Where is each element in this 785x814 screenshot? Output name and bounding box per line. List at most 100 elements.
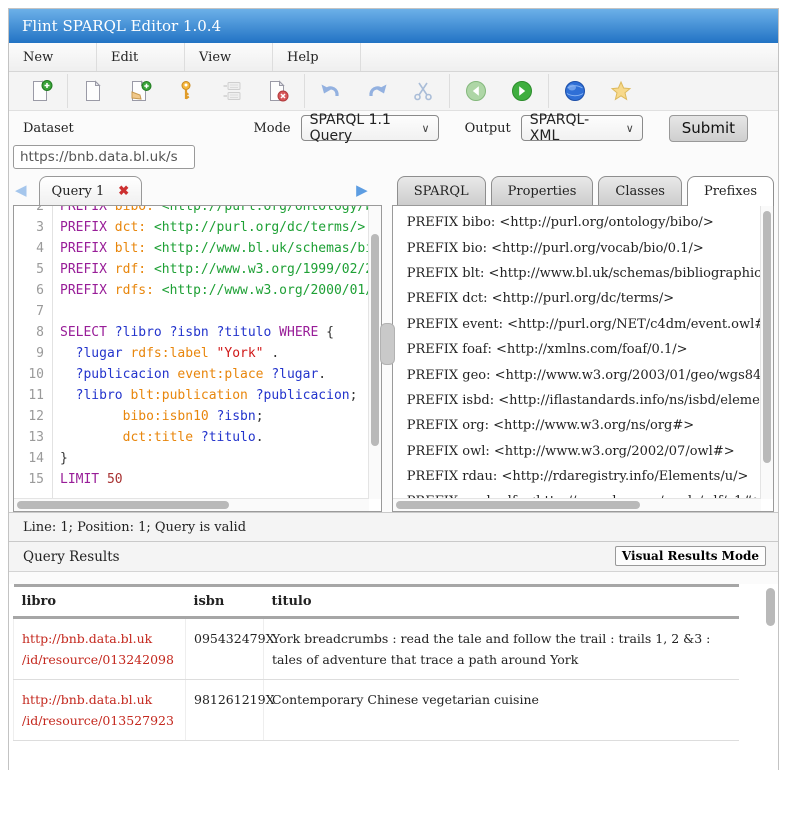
query-results-title: Query Results bbox=[23, 549, 120, 565]
submit-button[interactable]: Submit bbox=[669, 115, 748, 142]
tabs-scroll-left-icon[interactable]: ◀ bbox=[15, 176, 27, 204]
properties-icon[interactable] bbox=[209, 75, 255, 107]
scrollbar-thumb[interactable] bbox=[371, 234, 379, 446]
chevron-down-icon: ∨ bbox=[422, 122, 430, 135]
toolbar-group bbox=[549, 74, 647, 108]
mode-select[interactable]: SPARQL 1.1 Query ∨ bbox=[301, 115, 439, 141]
chevron-down-icon: ∨ bbox=[626, 122, 634, 135]
menu-bar: NewEditViewHelp bbox=[9, 43, 778, 72]
prefix-list-item[interactable]: PREFIX geo: <http://www.w3.org/2003/01/g… bbox=[407, 362, 760, 387]
cell-titulo: York breadcrumbs : read the tale and fol… bbox=[264, 618, 740, 680]
editor-vertical-scrollbar[interactable] bbox=[368, 206, 381, 499]
tab-properties[interactable]: Properties bbox=[491, 176, 594, 205]
prefix-list-item[interactable]: PREFIX bibo: <http://purl.org/ontology/b… bbox=[407, 210, 760, 235]
endpoint-row bbox=[9, 145, 778, 175]
prefix-list-item[interactable]: PREFIX org: <http://www.w3.org/ns/org#> bbox=[407, 413, 760, 438]
reference-tabstrip: SPARQLPropertiesClassesPrefixes bbox=[392, 175, 774, 205]
endpoint-url-input[interactable] bbox=[13, 145, 195, 169]
tabs-scroll-right-icon[interactable]: ▶ bbox=[356, 176, 368, 204]
menu-item-help[interactable]: Help bbox=[273, 43, 361, 71]
output-select[interactable]: SPARQL-XML ∨ bbox=[521, 115, 643, 141]
code-line: 9 ?lugar rdfs:label "York" . bbox=[14, 343, 369, 364]
output-select-value: SPARQL-XML bbox=[530, 112, 618, 144]
sparql-code-editor[interactable]: 2PREFIX bibo: <http://purl.org/ontology/… bbox=[13, 205, 382, 512]
tab-query-1[interactable]: Query 1 ✖ bbox=[39, 176, 143, 205]
panel-horizontal-scrollbar[interactable] bbox=[393, 498, 761, 511]
mode-label: Mode bbox=[253, 121, 290, 136]
prefix-list-item[interactable]: PREFIX rdau: <http://rdaregistry.info/El… bbox=[407, 464, 760, 489]
cell-libro: http://bnb.data.bl.uk/id/resource/013242… bbox=[14, 618, 186, 680]
main-split: ◀ Query 1 ✖ ▶ 2PREFIX bibo: <http://purl… bbox=[9, 175, 778, 512]
visual-results-mode-button[interactable]: Visual Results Mode bbox=[615, 546, 766, 566]
toolbar-group bbox=[15, 74, 68, 108]
undo-icon[interactable] bbox=[308, 75, 354, 107]
prefix-list-item[interactable]: PREFIX foaf: <http://xmlns.com/foaf/0.1/… bbox=[407, 337, 760, 362]
menu-item-view[interactable]: View bbox=[185, 43, 273, 71]
toolbar bbox=[9, 72, 778, 111]
toolbar-group bbox=[305, 74, 450, 108]
resource-link[interactable]: /id/resource/013527923 bbox=[22, 710, 177, 731]
line-number: 2 bbox=[14, 205, 52, 217]
open-document-icon[interactable] bbox=[117, 75, 163, 107]
forward-icon[interactable] bbox=[499, 75, 545, 107]
code-line: 6PREFIX rdfs: <http://www.w3.org/2000/01… bbox=[14, 280, 369, 301]
code-line: 8SELECT ?libro ?isbn ?titulo WHERE { bbox=[14, 322, 369, 343]
key-icon[interactable] bbox=[163, 75, 209, 107]
cut-icon[interactable] bbox=[400, 75, 446, 107]
scrollbar-thumb[interactable] bbox=[17, 501, 229, 509]
tab-classes[interactable]: Classes bbox=[598, 176, 682, 205]
title-bar: Flint SPARQL Editor 1.0.4 bbox=[9, 9, 778, 43]
delete-document-icon[interactable] bbox=[255, 75, 301, 107]
panel-vertical-scrollbar[interactable] bbox=[760, 206, 773, 499]
column-header-libro: libro bbox=[14, 586, 186, 618]
globe-icon[interactable] bbox=[552, 75, 598, 107]
close-tab-icon[interactable]: ✖ bbox=[118, 184, 129, 199]
resource-link[interactable]: http://bnb.data.bl.uk bbox=[22, 628, 177, 649]
panel-splitter-handle[interactable] bbox=[380, 323, 395, 365]
menu-item-edit[interactable]: Edit bbox=[97, 43, 185, 71]
app-title: Flint SPARQL Editor 1.0.4 bbox=[22, 17, 221, 35]
back-icon[interactable] bbox=[453, 75, 499, 107]
code-line: 7 bbox=[14, 301, 369, 322]
line-number: 15 bbox=[14, 469, 52, 490]
results-scrollbar-thumb[interactable] bbox=[766, 588, 775, 626]
code-lines: 2PREFIX bibo: <http://purl.org/ontology/… bbox=[14, 205, 369, 490]
table-row: http://bnb.data.bl.uk/id/resource/013242… bbox=[14, 618, 740, 680]
query-editor-pane: ◀ Query 1 ✖ ▶ 2PREFIX bibo: <http://purl… bbox=[13, 175, 382, 512]
prefix-list-item[interactable]: PREFIX bio: <http://purl.org/vocab/bio/0… bbox=[407, 235, 760, 260]
prefix-list-item[interactable]: PREFIX dct: <http://purl.org/dc/terms/> bbox=[407, 286, 760, 311]
code-line: 5PREFIX rdf: <http://www.w3.org/1999/02/… bbox=[14, 259, 369, 280]
tab-sparql[interactable]: SPARQL bbox=[397, 176, 486, 205]
new-query-icon[interactable] bbox=[18, 75, 64, 107]
redo-icon[interactable] bbox=[354, 75, 400, 107]
code-line: 11 ?libro blt:publication ?publicacion; bbox=[14, 385, 369, 406]
code-line: 2PREFIX bibo: <http://purl.org/ontology/… bbox=[14, 205, 369, 217]
new-document-icon[interactable] bbox=[71, 75, 117, 107]
query-controls-row: Dataset Mode SPARQL 1.1 Query ∨ Output S… bbox=[9, 111, 778, 145]
line-number: 11 bbox=[14, 385, 52, 406]
line-number: 13 bbox=[14, 427, 52, 448]
prefixes-panel: PREFIX bibo: <http://purl.org/ontology/b… bbox=[392, 205, 774, 512]
prefix-list: PREFIX bibo: <http://purl.org/ontology/b… bbox=[393, 210, 760, 512]
dataset-label: Dataset bbox=[23, 121, 74, 136]
line-number: 3 bbox=[14, 217, 52, 238]
scrollbar-thumb[interactable] bbox=[396, 501, 640, 509]
status-bar: Line: 1; Position: 1; Query is valid bbox=[9, 512, 778, 542]
editor-horizontal-scrollbar[interactable] bbox=[14, 498, 369, 511]
menu-item-new[interactable]: New bbox=[9, 43, 97, 71]
cell-isbn: 095432479X bbox=[186, 618, 264, 680]
code-line: 13 dct:title ?titulo. bbox=[14, 427, 369, 448]
cell-titulo: Contemporary Chinese vegetarian cuisine bbox=[264, 680, 740, 741]
prefix-list-item[interactable]: PREFIX event: <http://purl.org/NET/c4dm/… bbox=[407, 312, 760, 337]
prefix-list-item[interactable]: PREFIX blt: <http://www.bl.uk/schemas/bi… bbox=[407, 261, 760, 286]
resource-link[interactable]: /id/resource/013242098 bbox=[22, 649, 177, 670]
flint-sparql-editor-window: Flint SPARQL Editor 1.0.4 NewEditViewHel… bbox=[8, 8, 779, 770]
tab-prefixes[interactable]: Prefixes bbox=[687, 176, 774, 206]
query-results-area: libroisbntitulo http://bnb.data.bl.uk/id… bbox=[9, 584, 778, 814]
prefix-list-item[interactable]: PREFIX isbd: <http://iflastandards.info/… bbox=[407, 388, 760, 413]
star-icon[interactable] bbox=[598, 75, 644, 107]
scrollbar-thumb[interactable] bbox=[763, 211, 771, 463]
column-header-titulo: titulo bbox=[264, 586, 740, 618]
prefix-list-item[interactable]: PREFIX owl: <http://www.w3.org/2002/07/o… bbox=[407, 439, 760, 464]
line-number: 9 bbox=[14, 343, 52, 364]
